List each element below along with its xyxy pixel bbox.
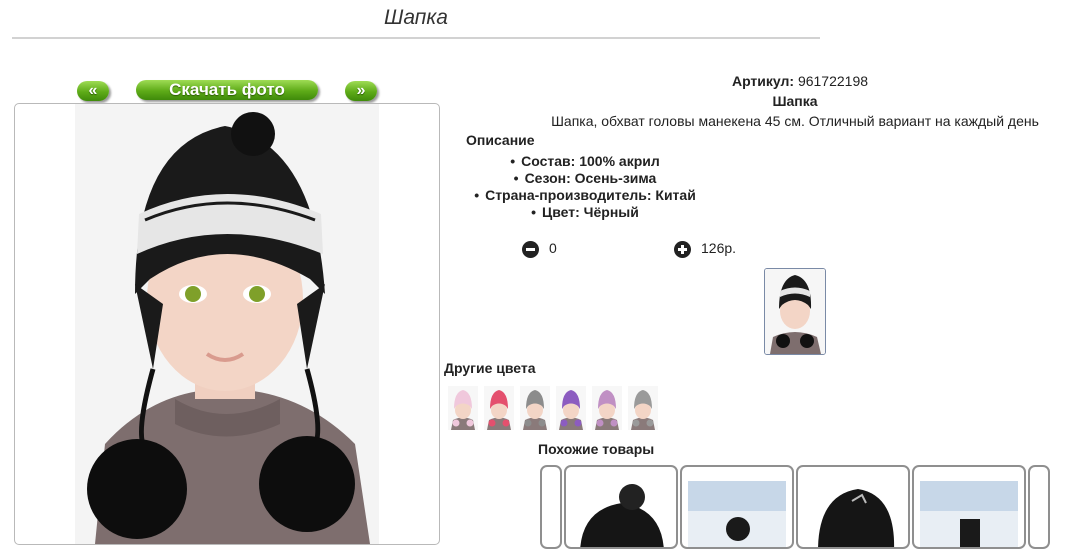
similar-scroll-right[interactable] [1028, 465, 1050, 549]
color-swatch[interactable] [592, 386, 622, 430]
description-heading: Описание [466, 132, 535, 148]
color-swatch[interactable] [520, 386, 550, 430]
color-swatch[interactable] [556, 386, 586, 430]
attribute-list: Состав: 100% акрил Сезон: Осень-зима Стр… [465, 153, 705, 221]
similar-product-card[interactable] [796, 465, 910, 549]
download-photo-button[interactable]: Скачать фото [136, 80, 318, 100]
similar-product-card[interactable] [564, 465, 678, 549]
similar-scroll-left[interactable] [540, 465, 562, 549]
color-swatch-image [520, 386, 550, 430]
similar-products-heading: Похожие товары [538, 441, 655, 457]
similar-product-card[interactable] [912, 465, 1026, 549]
product-description: Шапка, обхват головы манекена 45 см. Отл… [551, 113, 1039, 129]
next-photo-button[interactable]: » [345, 81, 377, 101]
color-swatch-image [628, 386, 658, 430]
color-swatch[interactable] [484, 386, 514, 430]
title-divider [12, 37, 820, 39]
color-swatch-image [448, 386, 478, 430]
attribute-item: Страна-производитель: Китай [465, 187, 705, 204]
color-swatch[interactable] [448, 386, 478, 430]
article-value: 961722198 [797, 73, 869, 89]
minus-circle-icon[interactable] [522, 241, 539, 258]
product-name: Шапка [772, 93, 818, 109]
product-thumbnail-image [765, 269, 825, 354]
attribute-item: Цвет: Чёрный [465, 204, 705, 221]
winter-photo-image [920, 481, 1018, 547]
color-swatch[interactable] [628, 386, 658, 430]
color-swatch-image [484, 386, 514, 430]
similar-product-card[interactable] [680, 465, 794, 549]
other-colors-heading: Другие цвета [444, 360, 536, 376]
color-swatch-image [556, 386, 586, 430]
winter-photo-image [688, 481, 786, 547]
quantity-value: 0 [549, 240, 557, 256]
product-thumbnail[interactable] [764, 268, 826, 355]
product-photo-image [75, 104, 379, 544]
black-hat-image [580, 484, 664, 547]
article-line: Артикул: 961722198 [610, 73, 990, 89]
article-label: Артикул: [731, 73, 795, 89]
price-value: 126р. [701, 240, 737, 256]
color-swatch-image [592, 386, 622, 430]
product-photo [14, 103, 440, 545]
black-cap-image [818, 489, 895, 547]
attribute-item: Состав: 100% акрил [465, 153, 705, 170]
prev-photo-button[interactable]: « [77, 81, 109, 101]
page-title: Шапка [384, 6, 448, 29]
plus-circle-icon[interactable] [674, 241, 691, 258]
attribute-item: Сезон: Осень-зима [465, 170, 705, 187]
